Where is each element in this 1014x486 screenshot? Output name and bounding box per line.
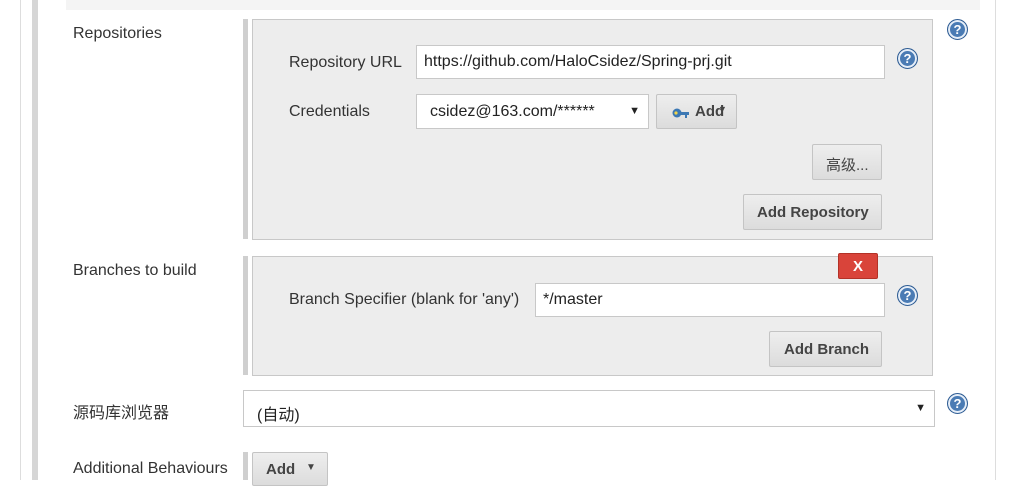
help-icon[interactable]: ? (897, 48, 918, 69)
help-icon[interactable]: ? (897, 285, 918, 306)
dropdown-arrow-icon: ▼ (718, 104, 727, 114)
section-top-strip (66, 0, 980, 10)
add-behaviour-label: Add (266, 461, 296, 478)
dropdown-arrow-icon: ▼ (629, 105, 640, 117)
help-icon[interactable]: ? (947, 19, 968, 40)
delete-branch-button[interactable]: X (838, 253, 878, 279)
credentials-label: Credentials (289, 103, 370, 120)
repository-url-label: Repository URL (289, 54, 402, 71)
section-bar (32, 0, 38, 480)
advanced-button[interactable]: 高级... (812, 144, 882, 180)
repository-browser-value: (自动) (257, 407, 300, 424)
additional-behaviours-label: Additional Behaviours (73, 460, 228, 477)
branches-bar (243, 256, 248, 375)
branches-label: Branches to build (73, 262, 197, 279)
repository-browser-label: 源码库浏览器 (73, 405, 170, 422)
add-behaviour-button[interactable]: Add ▼ (252, 452, 328, 486)
branch-specifier-input[interactable] (535, 283, 885, 317)
repositories-label: Repositories (73, 25, 162, 42)
dropdown-arrow-icon: ▼ (306, 462, 316, 473)
repository-url-input[interactable] (416, 45, 885, 79)
repositories-bar (243, 19, 248, 239)
credentials-value: csidez@163.com/****** (430, 103, 595, 120)
add-repository-button[interactable]: Add Repository (743, 194, 882, 230)
repository-browser-select[interactable]: (自动) ▼ (243, 390, 935, 427)
behaviours-bar (243, 452, 248, 480)
credentials-add-button[interactable]: Add ▼ (656, 94, 737, 129)
credentials-select[interactable]: csidez@163.com/****** ▼ (416, 94, 649, 129)
add-repository-label: Add Repository (757, 204, 869, 221)
help-icon[interactable]: ? (947, 393, 968, 414)
dropdown-arrow-icon: ▼ (915, 402, 926, 414)
add-branch-button[interactable]: Add Branch (769, 331, 882, 367)
advanced-label: 高级... (826, 157, 869, 174)
branch-specifier-label: Branch Specifier (blank for 'any') (289, 291, 520, 308)
add-branch-label: Add Branch (784, 341, 870, 358)
key-icon (671, 106, 691, 123)
